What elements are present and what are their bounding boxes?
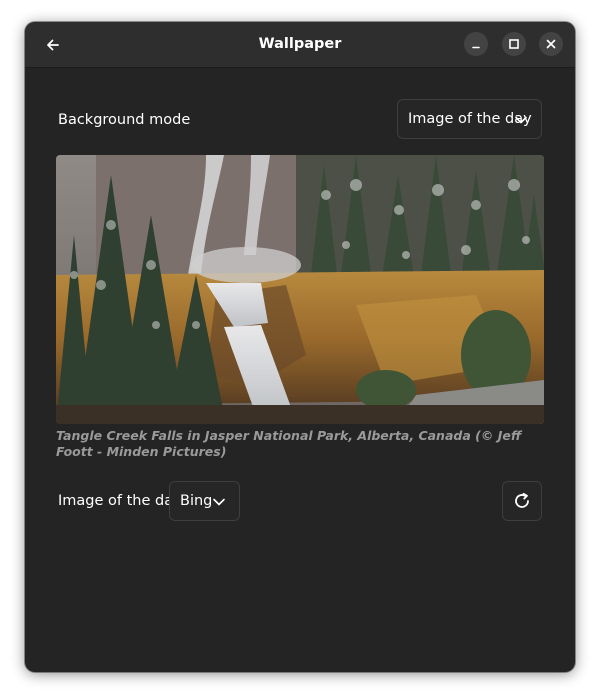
image-source-value: Bing [180,493,213,509]
background-mode-dropdown[interactable]: Image of the day [397,99,542,139]
image-source-dropdown[interactable]: Bing [169,481,240,521]
minimize-icon [472,46,480,49]
chevron-down-icon [213,498,225,506]
wallpaper-window: Wallpaper Background mode Image of the d… [25,22,575,672]
window-title: Wallpaper [258,36,342,52]
wallpaper-caption: Tangle Creek Falls in Jasper National Pa… [56,428,522,459]
image-of-day-label: Image of the day [58,493,182,509]
back-button[interactable] [39,32,67,57]
close-button[interactable] [539,32,563,56]
maximize-icon [509,39,519,49]
wallpaper-preview-image [56,155,544,424]
background-mode-label: Background mode [58,112,191,128]
header-bar: Wallpaper [25,22,575,68]
refresh-button[interactable] [502,481,542,521]
chevron-down-icon [515,116,527,124]
maximize-button[interactable] [502,32,526,56]
close-icon [546,39,556,49]
minimize-button[interactable] [464,32,488,56]
refresh-icon [515,492,529,508]
arrow-left-icon [47,39,59,50]
